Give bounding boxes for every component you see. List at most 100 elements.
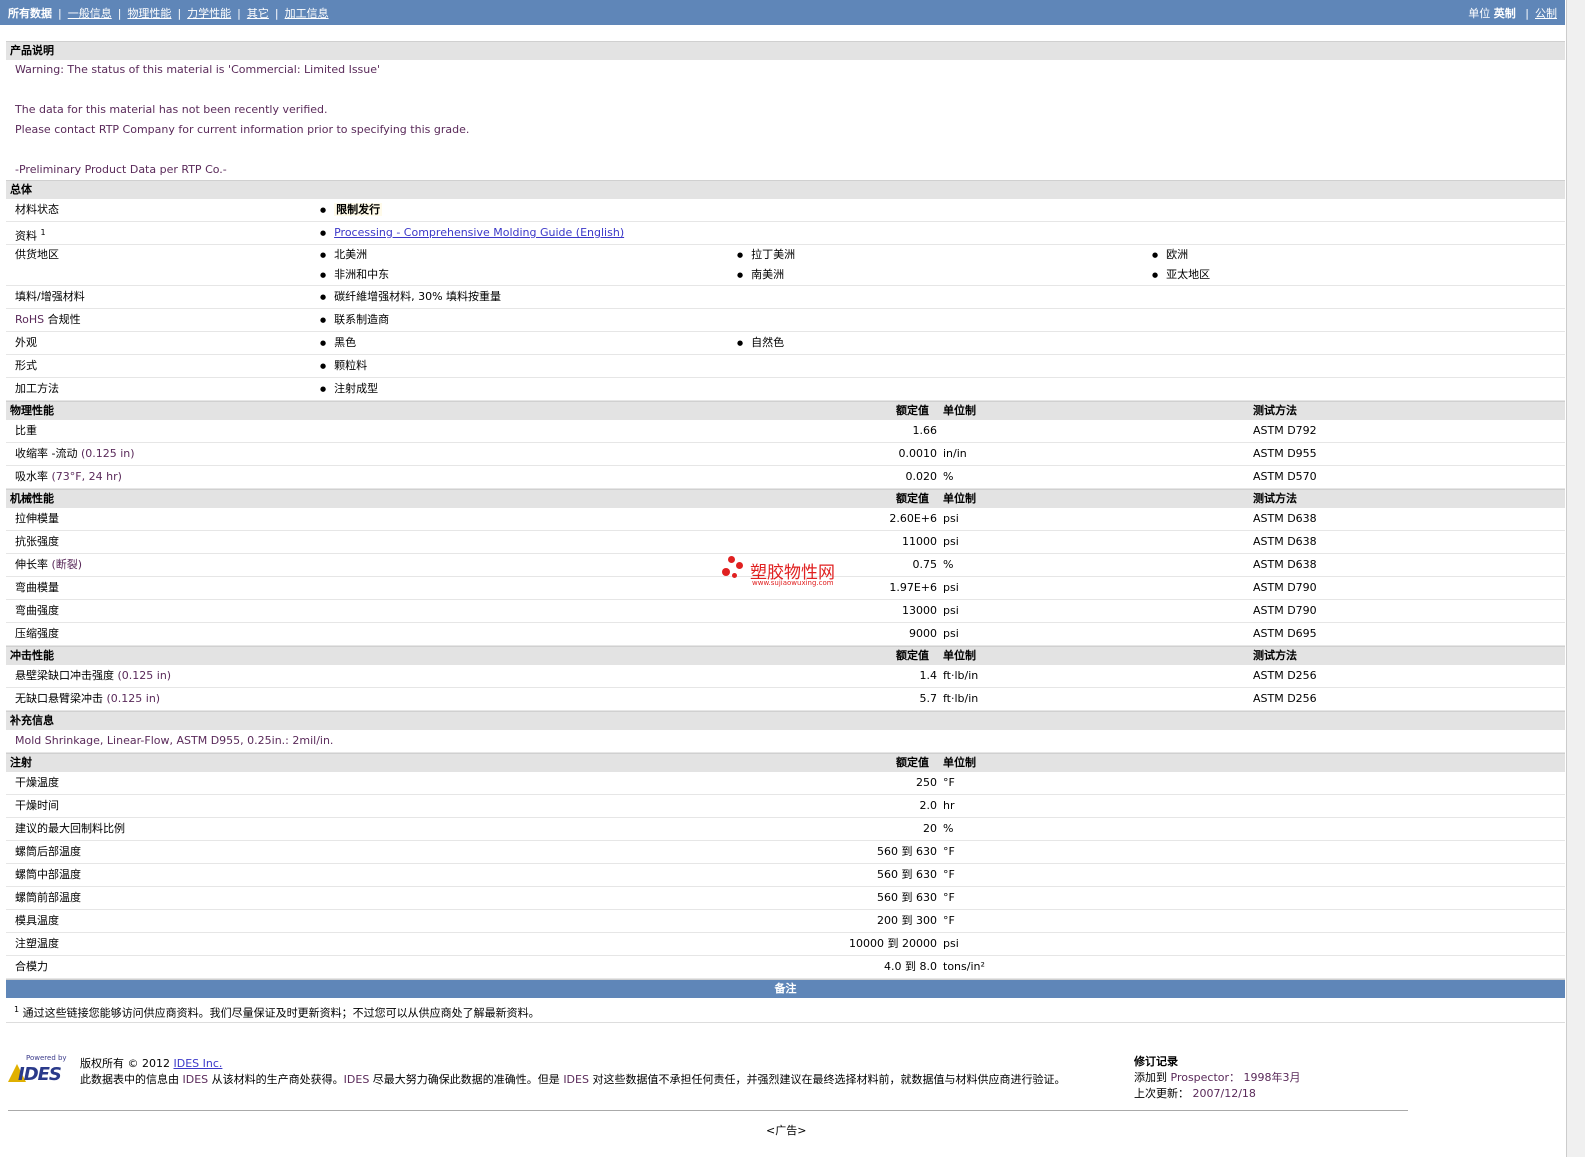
table-row: 螺筒中部温度 560 到 630 °F xyxy=(6,864,1565,887)
section-header-general: 总体 xyxy=(6,180,1565,199)
table-row: 比重 1.66 ASTM D792 xyxy=(6,420,1565,443)
nav-processing[interactable]: 加工信息 xyxy=(285,7,329,20)
row-unit: tons/in² xyxy=(943,960,985,973)
row-method: 加工方法 注射成型 xyxy=(6,378,1565,401)
row-value: 0.0010 xyxy=(898,447,938,460)
row-test-method: ASTM D790 xyxy=(1253,581,1317,594)
row-test-method: ASTM D792 xyxy=(1253,424,1317,437)
row-test-method: ASTM D256 xyxy=(1253,669,1317,682)
row-value: 560 到 630 xyxy=(877,891,937,904)
ides-logo[interactable]: Powered by IDES xyxy=(8,1054,70,1085)
footnote: 1 通过这些链接您能够访问供应商资料。我们尽量保证及时更新资料；不过您可以从供应… xyxy=(6,998,1565,1023)
table-row: 干燥时间 2.0 hr xyxy=(6,795,1565,818)
row-test-method: ASTM D955 xyxy=(1253,447,1317,460)
table-row: 抗张强度 11000 psi ASTM D638 xyxy=(6,531,1565,554)
row-value: 4.0 到 8.0 xyxy=(884,960,937,973)
table-row: 模具温度 200 到 300 °F xyxy=(6,910,1565,933)
row-unit: % xyxy=(943,470,954,483)
row-material-status: 材料状态 限制发行 xyxy=(6,199,1565,222)
section-header-mechanical: 机械性能 额定值 单位制 测试方法 xyxy=(6,489,1565,508)
table-row: 拉伸模量 2.60E+6 psi ASTM D638 xyxy=(6,508,1565,531)
row-value: 0.020 xyxy=(905,470,938,483)
row-unit: % xyxy=(943,822,954,835)
row-unit: ft·lb/in xyxy=(943,669,979,682)
row-value: 200 到 300 xyxy=(877,914,937,927)
unit-switcher: 单位 英制 | 公制 xyxy=(1468,7,1557,20)
row-unit: psi xyxy=(943,512,959,525)
nav-all-data[interactable]: 所有数据 xyxy=(8,7,52,20)
row-unit: % xyxy=(943,558,954,571)
row-value: 1.66 xyxy=(912,424,938,437)
ad-placeholder[interactable]: <广告> xyxy=(766,1122,806,1138)
table-row: 弯曲强度 13000 psi ASTM D790 xyxy=(6,600,1565,623)
row-test-method: ASTM D638 xyxy=(1253,512,1317,525)
row-unit: °F xyxy=(943,891,955,904)
table-row: 螺筒后部温度 560 到 630 °F xyxy=(6,841,1565,864)
row-unit: psi xyxy=(943,627,959,640)
nav-other[interactable]: 其它 xyxy=(247,7,269,20)
section-header-impact: 冲击性能 额定值 单位制 测试方法 xyxy=(6,646,1565,665)
table-row: 注塑温度 10000 到 20000 psi xyxy=(6,933,1565,956)
table-row: 合模力 4.0 到 8.0 tons/in² xyxy=(6,956,1565,979)
vertical-scrollbar[interactable] xyxy=(1566,0,1585,1157)
row-unit: psi xyxy=(943,581,959,594)
top-nav-bar: 所有数据 | 一般信息 | 物理性能 | 力学性能 | 其它 | 加工信息 单位 英制 | 公制 xyxy=(0,0,1565,25)
row-value: 2.60E+6 xyxy=(889,512,937,525)
row-test-method: ASTM D638 xyxy=(1253,558,1317,571)
table-row: 悬壁梁缺口冲击强度 (0.125 in) 1.4 ft·lb/in ASTM D256 xyxy=(6,665,1565,688)
table-row: 无缺口悬臂梁冲击 (0.125 in) 5.7 ft·lb/in ASTM D256 xyxy=(6,688,1565,711)
ides-link[interactable]: IDES Inc. xyxy=(173,1057,222,1070)
row-unit: psi xyxy=(943,604,959,617)
injection-table: 干燥温度 250 °F 干燥时间 2.0 hr 建议的最大回制料比例 20% 螺筒后部温度 560… xyxy=(6,772,1565,979)
row-test-method: ASTM D570 xyxy=(1253,470,1317,483)
section-header-injection: 注射 额定值 单位制 xyxy=(6,753,1565,772)
row-unit: hr xyxy=(943,799,955,812)
section-header-description: 产品说明 xyxy=(6,41,1565,60)
product-description: Warning: The status of this material is … xyxy=(15,63,470,176)
copyright: 版权所有 © 2012 IDES Inc. 此数据表中的信息由 IDES 从该材… xyxy=(80,1057,1066,1086)
datasheet: 产品说明 Warning: The status of this materia… xyxy=(6,41,1565,1023)
row-test-method: ASTM D695 xyxy=(1253,627,1317,640)
section-header-physical: 物理性能 额定值 单位制 测试方法 xyxy=(6,401,1565,420)
section-header-notes: 备注 xyxy=(6,979,1565,998)
table-row: 吸水率 (73°F, 24 hr) 0.020% ASTM D570 xyxy=(6,466,1565,489)
row-value: 560 到 630 xyxy=(877,845,937,858)
row-value: 2.0 xyxy=(919,799,938,812)
table-row: 干燥温度 250 °F xyxy=(6,772,1565,795)
section-header-supplement: 补充信息 xyxy=(6,711,1565,730)
row-value: 10000 到 20000 xyxy=(849,937,937,950)
table-row: 压缩强度 9000 psi ASTM D695 xyxy=(6,623,1565,646)
docs-link[interactable]: Processing - Comprehensive Molding Guide… xyxy=(334,226,624,239)
status-value: 限制发行 xyxy=(334,203,383,216)
row-unit: psi xyxy=(943,535,959,548)
row-unit: °F xyxy=(943,914,955,927)
row-value: 13000 xyxy=(902,604,937,617)
row-value: 20 xyxy=(923,822,937,835)
units-label: 单位 xyxy=(1468,7,1491,20)
page-footer: Powered by IDES 版权所有 © 2012 IDES Inc. 此数… xyxy=(8,1052,1408,1111)
row-test-method: ASTM D638 xyxy=(1253,535,1317,548)
nav-mechanical[interactable]: 力学性能 xyxy=(187,7,231,20)
unit-english[interactable]: 英制 xyxy=(1494,7,1516,20)
row-test-method: ASTM D790 xyxy=(1253,604,1317,617)
row-unit: °F xyxy=(943,776,955,789)
row-docs: 资料 1 Processing - Comprehensive Molding … xyxy=(6,222,1565,245)
row-unit: ft·lb/in xyxy=(943,692,979,705)
row-test-method: ASTM D256 xyxy=(1253,692,1317,705)
row-value: 9000 xyxy=(909,627,937,640)
row-rohs: RoHS 合规性 联系制造商 xyxy=(6,309,1565,332)
table-row: 螺筒前部温度 560 到 630 °F xyxy=(6,887,1565,910)
impact-table: 悬壁梁缺口冲击强度 (0.125 in) 1.4 ft·lb/in ASTM D256… xyxy=(6,665,1565,711)
row-unit: in/in xyxy=(943,447,967,460)
row-value: 1.4 xyxy=(919,669,938,682)
row-unit: °F xyxy=(943,845,955,858)
row-form: 形式 颗粒料 xyxy=(6,355,1565,378)
nav-physical[interactable]: 物理性能 xyxy=(127,7,171,20)
row-filler: 填料/增强材料 碳纤維增强材料, 30% 填料按重量 xyxy=(6,286,1565,309)
table-row: 收缩率 -流动 (0.125 in) 0.0010 in/in ASTM D955 xyxy=(6,443,1565,466)
unit-metric[interactable]: 公制 xyxy=(1535,7,1557,20)
row-value: 250 xyxy=(916,776,937,789)
section-nav: 所有数据 | 一般信息 | 物理性能 | 力学性能 | 其它 | 加工信息 xyxy=(8,7,329,20)
row-value: 5.7 xyxy=(919,692,938,705)
nav-general-info[interactable]: 一般信息 xyxy=(68,7,112,20)
